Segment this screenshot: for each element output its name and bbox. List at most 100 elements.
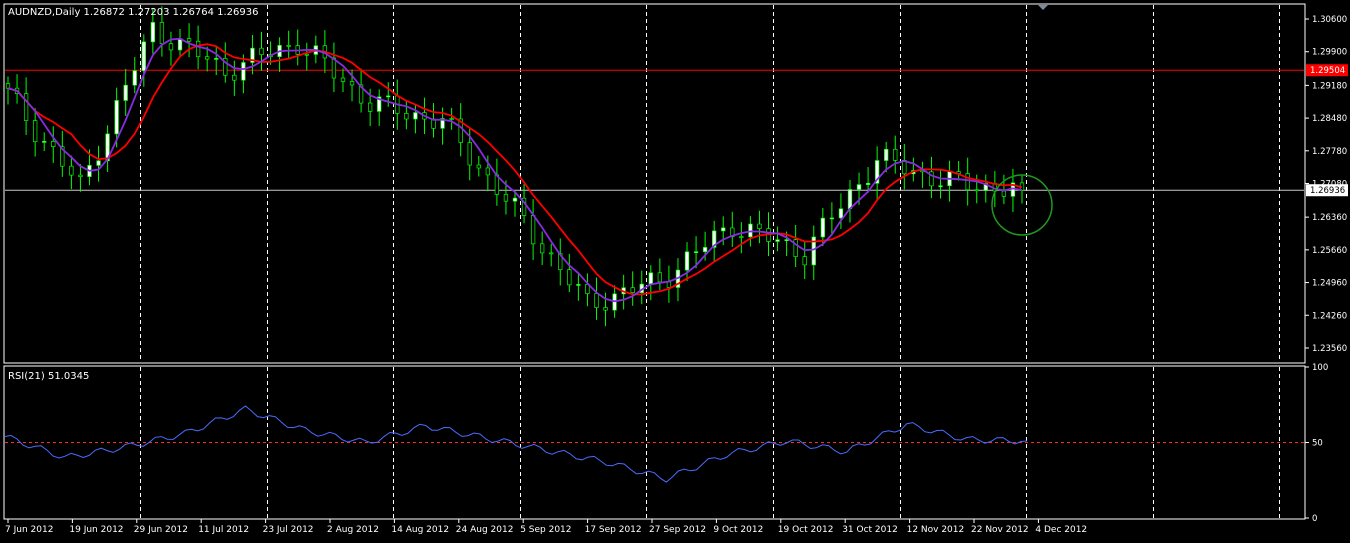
candle[interactable] — [150, 22, 156, 43]
time-axis-label: 23 Jul 2012 — [263, 525, 314, 535]
time-axis-label: 11 Jul 2012 — [198, 525, 249, 535]
candle[interactable] — [340, 77, 346, 82]
rsi-axis-tick-label: 50 — [1312, 439, 1323, 449]
candle[interactable] — [123, 84, 128, 101]
candle[interactable] — [865, 182, 871, 185]
time-axis-label: 14 Aug 2012 — [391, 525, 449, 535]
candle[interactable] — [386, 95, 391, 98]
candle[interactable] — [132, 70, 137, 86]
candle[interactable] — [748, 223, 753, 238]
candle[interactable] — [666, 281, 672, 288]
candle[interactable] — [702, 247, 708, 253]
candle[interactable] — [304, 53, 309, 56]
price-axis-tick-label: 1.25660 — [1312, 246, 1347, 256]
candle[interactable] — [51, 141, 56, 148]
candle[interactable] — [739, 236, 744, 239]
candle[interactable] — [965, 173, 970, 191]
chart-background — [0, 0, 1350, 539]
candle[interactable] — [512, 197, 518, 202]
candle[interactable] — [404, 113, 409, 120]
candle[interactable] — [793, 239, 798, 257]
candle[interactable] — [847, 189, 853, 210]
candle[interactable] — [78, 174, 83, 177]
candle[interactable] — [33, 120, 38, 143]
candle[interactable] — [1001, 190, 1007, 197]
candle[interactable] — [540, 243, 545, 254]
candle[interactable] — [349, 81, 355, 86]
candle[interactable] — [23, 93, 29, 121]
rsi-header: RSI(21) 51.0345 — [8, 371, 89, 382]
time-axis-label: 27 Sep 2012 — [649, 525, 706, 535]
time-axis-label: 12 Nov 2012 — [907, 525, 965, 535]
time-axis-label: 19 Jun 2012 — [69, 525, 123, 535]
candle[interactable] — [413, 112, 418, 120]
candle[interactable] — [168, 43, 174, 51]
candle[interactable] — [938, 185, 943, 188]
candle[interactable] — [259, 47, 264, 56]
chart-root: 1.29504 1.26936 AUDNZD,Daily 1.26872 1.27… — [0, 0, 1350, 539]
candle[interactable] — [630, 287, 635, 293]
candle[interactable] — [820, 217, 825, 238]
candle[interactable] — [902, 160, 907, 175]
time-axis-label: 29 Jun 2012 — [134, 525, 188, 535]
candle[interactable] — [585, 284, 590, 294]
time-axis-label: 22 Nov 2012 — [971, 525, 1029, 535]
price-axis-tick-label: 1.29180 — [1312, 81, 1347, 91]
candle[interactable] — [775, 239, 780, 242]
candle[interactable] — [576, 284, 581, 286]
resistance-price-label: 1.29504 — [1310, 66, 1345, 76]
candle[interactable] — [721, 227, 726, 232]
candle[interactable] — [186, 38, 192, 42]
time-axis-label: 24 Aug 2012 — [456, 525, 514, 535]
candle[interactable] — [693, 251, 699, 254]
candle[interactable] — [838, 208, 844, 219]
candle[interactable] — [367, 102, 373, 112]
candle[interactable] — [467, 142, 472, 166]
candle[interactable] — [69, 165, 74, 176]
candle[interactable] — [485, 167, 490, 176]
candle[interactable] — [549, 252, 554, 255]
price-axis-tick-label: 1.24260 — [1312, 311, 1347, 321]
price-axis-tick-label: 1.30600 — [1312, 15, 1347, 25]
candle[interactable] — [594, 293, 599, 308]
candle[interactable] — [884, 148, 889, 161]
candle[interactable] — [476, 164, 481, 169]
price-axis-tick-label: 1.24960 — [1312, 279, 1347, 289]
price-axis-tick-label: 1.27080 — [1312, 180, 1347, 190]
candle[interactable] — [757, 223, 762, 229]
candle[interactable] — [802, 256, 807, 266]
candle[interactable] — [856, 184, 862, 190]
candle[interactable] — [141, 41, 146, 72]
candle[interactable] — [5, 83, 11, 89]
candle[interactable] — [214, 58, 219, 60]
price-axis-tick-label: 1.28480 — [1312, 114, 1347, 124]
candle[interactable] — [974, 189, 979, 192]
forex-chart[interactable]: 1.295041.26936 AUDNZD,Daily 1.26872 1.27… — [0, 0, 1350, 539]
candle[interactable] — [503, 193, 509, 202]
candle[interactable] — [449, 118, 454, 120]
candle[interactable] — [530, 215, 536, 245]
time-axis-label: 7 Jun 2012 — [5, 525, 53, 535]
candle[interactable] — [195, 40, 201, 58]
candle[interactable] — [96, 160, 101, 166]
candle[interactable] — [567, 269, 572, 286]
candle[interactable] — [648, 272, 653, 285]
candle[interactable] — [232, 74, 237, 81]
candle[interactable] — [114, 100, 119, 135]
candle[interactable] — [893, 148, 898, 161]
price-axis-tick-label: 1.29900 — [1312, 48, 1347, 58]
candle[interactable] — [42, 141, 47, 143]
candle[interactable] — [829, 217, 835, 220]
time-axis-label: 17 Sep 2012 — [585, 525, 642, 535]
candle[interactable] — [657, 272, 663, 283]
time-axis-label: 5 Sep 2012 — [520, 525, 571, 535]
candle[interactable] — [159, 22, 165, 45]
candle[interactable] — [603, 307, 608, 311]
candle[interactable] — [205, 56, 210, 60]
time-axis-label: 2 Aug 2012 — [327, 525, 379, 535]
candle[interactable] — [241, 62, 246, 81]
price-axis-tick-label: 1.27780 — [1312, 147, 1347, 157]
candle[interactable] — [784, 239, 789, 241]
candle[interactable] — [286, 45, 291, 47]
candle[interactable] — [684, 251, 690, 271]
